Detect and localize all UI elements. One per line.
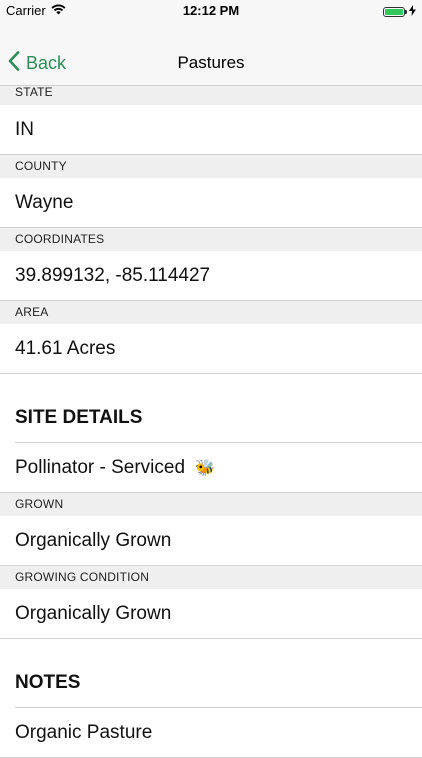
status-bar: Carrier 12:12 PM [0,0,422,22]
field-label-grown: GROWN [0,492,422,516]
bee-icon: 🐝 [195,459,215,477]
section-spacer [0,638,422,658]
field-label-growing-condition: GROWING CONDITION [0,565,422,589]
field-label-area: AREA [0,300,422,324]
status-time: 12:12 PM [182,3,240,18]
field-value-area: 41.61 Acres [0,324,422,373]
field-label-coordinates: COORDINATES [0,227,422,251]
pollinator-text: Pollinator - Serviced [15,456,186,478]
field-label-county: COUNTY [0,154,422,178]
pollinator-row: Pollinator - Serviced 🐝 [0,443,422,492]
bolt-icon [409,4,416,19]
section-spacer [0,373,422,393]
field-value-state: IN [0,105,422,154]
field-value-grown: Organically Grown [0,516,422,565]
detail-list[interactable]: STATE IN COUNTY Wayne COORDINATES 39.899… [0,86,422,758]
field-value-growing-condition: Organically Grown [0,589,422,638]
navigation-bar: Back Pastures [0,22,422,86]
page-title: Pastures [177,53,245,72]
battery-fill [385,8,403,15]
field-label-state: STATE [0,86,422,105]
site-details-heading: SITE DETAILS [15,406,143,428]
notes-heading: NOTES [15,671,81,693]
status-right [383,4,416,19]
field-value-county: Wayne [0,178,422,227]
battery-icon [383,6,407,17]
field-value-coordinates: 39.899132, -85.114427 [0,251,422,300]
